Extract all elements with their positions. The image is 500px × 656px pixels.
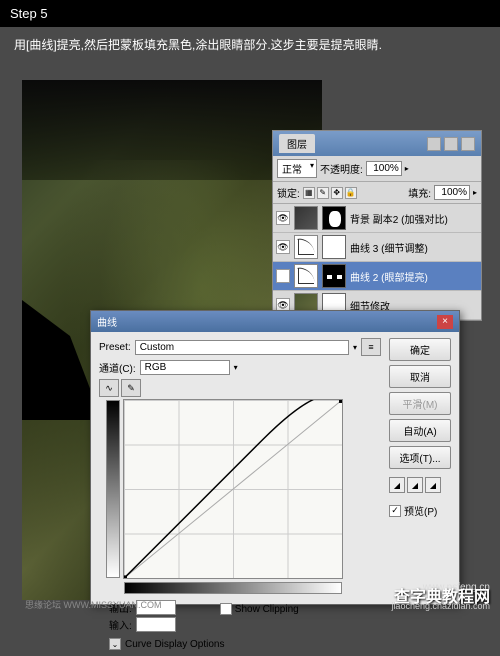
layers-panel: 图层 正常 不透明度: 100% ▸ 锁定: ▦ ✎ ✥ 🔒 填充: 100% … xyxy=(272,130,482,321)
channel-dropdown[interactable]: RGB xyxy=(140,360,230,375)
layers-blend-row: 正常 不透明度: 100% ▸ xyxy=(273,156,481,182)
lock-all-icon[interactable]: 🔒 xyxy=(345,187,357,199)
black-eyedropper-icon[interactable]: ◢ xyxy=(389,477,405,493)
fill-input[interactable]: 100% xyxy=(434,185,470,200)
watermark-sub: jiaocheng.chazidian.com xyxy=(391,601,490,611)
ok-button[interactable]: 确定 xyxy=(389,338,451,361)
show-clipping-checkbox[interactable] xyxy=(220,603,232,615)
preset-label: Preset: xyxy=(99,342,131,353)
preview-label: 预览(P) xyxy=(404,503,437,518)
output-gradient xyxy=(106,400,120,578)
display-options-label[interactable]: Curve Display Options xyxy=(125,639,224,650)
panel-menu-icon[interactable] xyxy=(427,137,441,151)
curves-dialog-title: 曲线 xyxy=(97,314,117,329)
fill-label: 填充: xyxy=(408,185,431,200)
channel-arrow-icon[interactable]: ▾ xyxy=(234,363,238,372)
preset-dropdown[interactable]: Custom xyxy=(135,340,349,355)
visibility-icon[interactable]: 👁 xyxy=(276,240,290,254)
lock-pixels-icon[interactable]: ✎ xyxy=(317,187,329,199)
white-eyedropper-icon[interactable]: ◢ xyxy=(425,477,441,493)
credits-text: 思缘论坛 WWW.MISSYUAN.COM xyxy=(25,598,162,611)
curves-dialog: 曲线 × Preset: Custom ▾ ≡ 通道(C): RGB ▾ ∿ ✎ xyxy=(90,310,460,605)
blend-mode-dropdown[interactable]: 正常 xyxy=(277,159,317,178)
layer-thumbnail[interactable] xyxy=(294,264,318,288)
layer-name[interactable]: 曲线 3 (细节调整) xyxy=(350,240,478,255)
curve-line xyxy=(124,400,342,578)
curve-graph[interactable] xyxy=(123,399,343,579)
curves-dialog-titlebar[interactable]: 曲线 × xyxy=(91,311,459,332)
channel-label: 通道(C): xyxy=(99,360,136,375)
visibility-icon[interactable]: 👁 xyxy=(276,211,290,225)
layers-panel-header: 图层 xyxy=(273,131,481,156)
cancel-button[interactable]: 取消 xyxy=(389,365,451,388)
minimize-icon[interactable] xyxy=(444,137,458,151)
mask-thumbnail[interactable] xyxy=(322,235,346,259)
gray-eyedropper-icon[interactable]: ◢ xyxy=(407,477,423,493)
layer-thumbnail[interactable] xyxy=(294,235,318,259)
fill-arrow-icon[interactable]: ▸ xyxy=(473,188,477,197)
preset-arrow-icon[interactable]: ▾ xyxy=(353,343,357,352)
auto-button[interactable]: 自动(A) xyxy=(389,419,451,442)
layers-lock-row: 锁定: ▦ ✎ ✥ 🔒 填充: 100% ▸ xyxy=(273,182,481,204)
close-icon[interactable]: × xyxy=(437,315,453,329)
opacity-label: 不透明度: xyxy=(320,161,363,176)
input-label: 输入: xyxy=(109,617,132,632)
preset-menu-icon[interactable]: ≡ xyxy=(361,338,381,356)
opacity-arrow-icon[interactable]: ▸ xyxy=(405,164,409,173)
preview-checkbox[interactable]: ✓ xyxy=(389,505,401,517)
curve-pencil-tool-icon[interactable]: ✎ xyxy=(121,379,141,397)
step-header: Step 5 xyxy=(0,0,500,27)
opacity-input[interactable]: 100% xyxy=(366,161,402,176)
close-panel-icon[interactable] xyxy=(461,137,475,151)
layer-row[interactable]: 👁 背景 副本2 (加强对比) xyxy=(273,204,481,233)
options-button[interactable]: 选项(T)... xyxy=(389,446,451,469)
visibility-icon[interactable]: 👁 xyxy=(276,269,290,283)
mask-thumbnail[interactable] xyxy=(322,206,346,230)
layer-list: 👁 背景 副本2 (加强对比) 👁 曲线 3 (细节调整) 👁 曲线 2 (眼部… xyxy=(273,204,481,320)
lock-label: 锁定: xyxy=(277,185,300,200)
layers-tab[interactable]: 图层 xyxy=(279,134,315,153)
expand-icon[interactable]: ⌄ xyxy=(109,638,121,650)
input-gradient xyxy=(124,582,342,594)
lock-transparency-icon[interactable]: ▦ xyxy=(303,187,315,199)
layer-row-selected[interactable]: 👁 曲线 2 (眼部提亮) xyxy=(273,262,481,291)
layer-name[interactable]: 曲线 2 (眼部提亮) xyxy=(350,269,478,284)
lock-position-icon[interactable]: ✥ xyxy=(331,187,343,199)
smooth-button[interactable]: 平滑(M) xyxy=(389,392,451,415)
curve-point-tool-icon[interactable]: ∿ xyxy=(99,379,119,397)
mask-thumbnail[interactable] xyxy=(322,264,346,288)
layer-name[interactable]: 背景 副本2 (加强对比) xyxy=(350,211,478,226)
layer-row[interactable]: 👁 曲线 3 (细节调整) xyxy=(273,233,481,262)
instruction-text: 用[曲线]提亮,然后把蒙板填充黑色,涂出眼睛部分.这步主要是提亮眼睛. xyxy=(0,27,500,62)
show-clipping-label: Show Clipping xyxy=(235,604,299,615)
layer-thumbnail[interactable] xyxy=(294,206,318,230)
input-input[interactable] xyxy=(136,617,176,632)
